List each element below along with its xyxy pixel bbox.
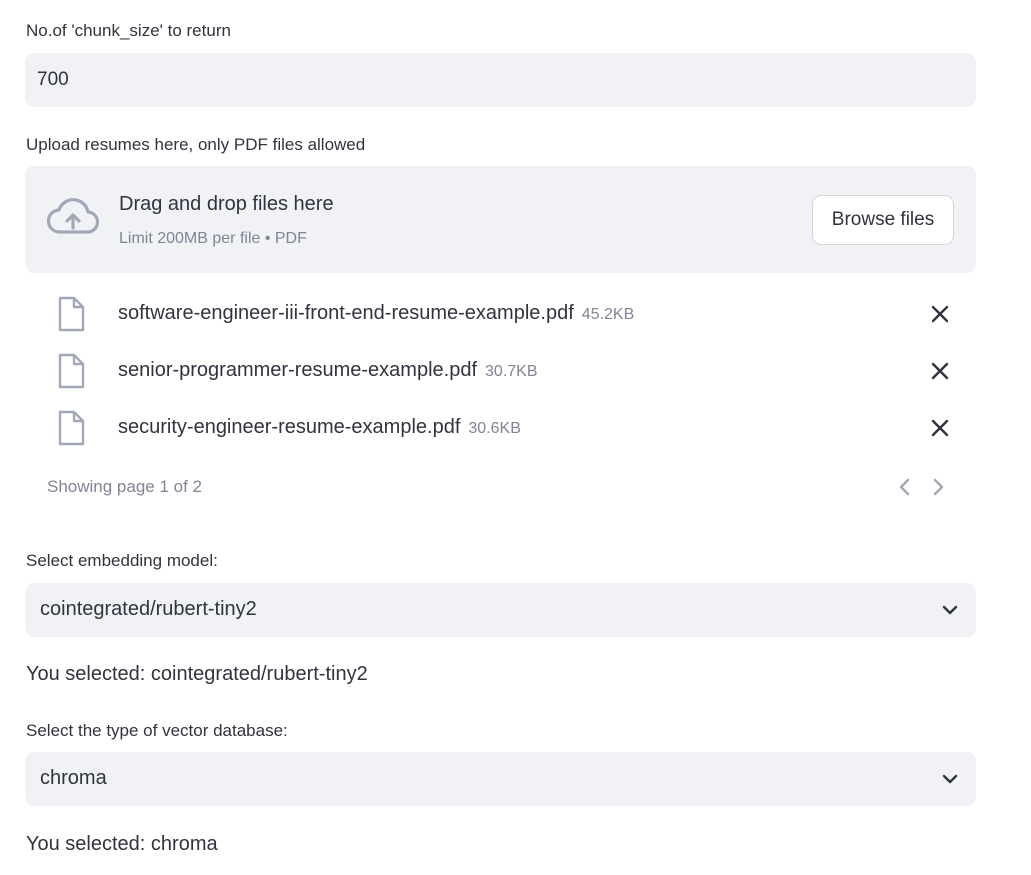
vector-db-selected-text: You selected: chroma xyxy=(26,833,218,855)
file-size: 45.2KB xyxy=(581,306,635,323)
file-name: software-engineer-iii-front-end-resume-e… xyxy=(118,302,635,324)
file-name: senior-programmer-resume-example.pdf 30.7… xyxy=(118,359,538,381)
browse-files-button[interactable]: Browse files xyxy=(812,195,954,245)
file-dropzone[interactable]: Drag and drop files here Limit 200MB per… xyxy=(25,166,976,273)
vector-db-select[interactable]: chroma xyxy=(25,752,976,806)
embedding-model-value: cointegrated/rubert-tiny2 xyxy=(40,598,257,620)
dropzone-title: Drag and drop files here xyxy=(119,193,334,215)
uploaded-file-row: senior-programmer-resume-example.pdf 30.7… xyxy=(25,351,976,391)
file-icon xyxy=(57,296,85,337)
uploaded-file-row: software-engineer-iii-front-end-resume-e… xyxy=(25,294,976,334)
uploaded-file-row: security-engineer-resume-example.pdf 30.6… xyxy=(25,408,976,448)
chunk-size-input[interactable] xyxy=(25,53,976,107)
close-icon[interactable] xyxy=(930,361,950,381)
vector-db-label: Select the type of vector database: xyxy=(26,721,288,740)
close-icon[interactable] xyxy=(930,304,950,324)
file-size: 30.7KB xyxy=(485,363,538,380)
chevron-down-icon xyxy=(942,771,958,792)
file-name: security-engineer-resume-example.pdf 30.6… xyxy=(118,416,521,438)
file-size: 30.6KB xyxy=(468,420,521,437)
chevron-left-icon[interactable] xyxy=(894,476,916,498)
embedding-selected-text: You selected: cointegrated/rubert-tiny2 xyxy=(26,663,368,685)
vector-db-value: chroma xyxy=(40,767,107,789)
upload-label: Upload resumes here, only PDF files allo… xyxy=(26,135,366,154)
file-icon xyxy=(57,353,85,394)
close-icon[interactable] xyxy=(930,418,950,438)
chevron-right-icon[interactable] xyxy=(927,476,949,498)
chunk-size-field[interactable] xyxy=(25,53,976,107)
pagination-text: Showing page 1 of 2 xyxy=(47,477,203,496)
embedding-model-label: Select embedding model: xyxy=(26,551,218,570)
cloud-upload-icon xyxy=(46,198,100,243)
dropzone-limit-text: Limit 200MB per file • PDF xyxy=(119,230,307,247)
embedding-model-select[interactable]: cointegrated/rubert-tiny2 xyxy=(25,583,976,637)
chevron-down-icon xyxy=(942,602,958,623)
chunk-size-label: No.of 'chunk_size' to return xyxy=(26,21,231,40)
file-icon xyxy=(57,410,85,451)
